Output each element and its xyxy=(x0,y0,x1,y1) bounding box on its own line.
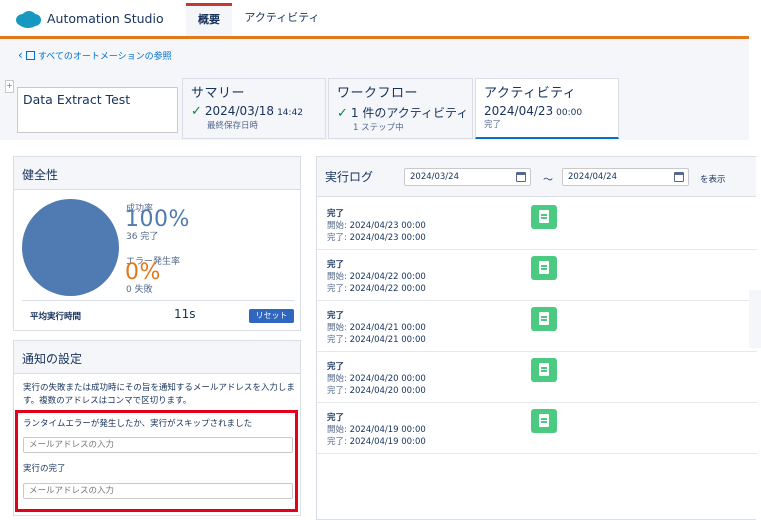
end-key: 完了: xyxy=(327,437,347,447)
success-pie-chart xyxy=(22,199,119,296)
log-row[interactable]: 完了 開始: 2024/04/20 00:00 完了: 2024/04/20 0… xyxy=(317,352,757,403)
complete-notify-label: 実行の完了 xyxy=(23,464,66,474)
health-panel: 健全性 成功率 100% 36 完了 エラー発生率 0% 0 失敗 平均実行時間… xyxy=(13,156,301,331)
reset-button[interactable]: リセット xyxy=(249,309,294,323)
calendar-icon[interactable] xyxy=(516,172,526,182)
check-icon: ✓ xyxy=(191,104,202,119)
tab-overview[interactable]: 概要 xyxy=(186,3,232,36)
start-key: 開始: xyxy=(327,323,347,333)
to-date-input[interactable]: 2024/04/24 xyxy=(562,168,689,186)
date-range-separator: ～ xyxy=(543,175,553,186)
log-end: 2024/04/22 00:00 xyxy=(349,284,426,294)
log-file-icon[interactable] xyxy=(531,256,557,280)
log-start: 2024/04/20 00:00 xyxy=(349,374,426,384)
log-status: 完了 xyxy=(327,413,345,423)
workflow-main: 1 件のアクティビティ xyxy=(350,106,469,120)
notification-title: 通知の設定 xyxy=(14,341,300,374)
run-log-panel: 実行ログ 2024/03/24 ～ 2024/04/24 を表示 完了 開始: … xyxy=(316,156,757,520)
complete-email-input[interactable] xyxy=(23,483,293,499)
end-key: 完了: xyxy=(327,233,347,243)
log-status: 完了 xyxy=(327,260,345,270)
start-key: 開始: xyxy=(327,221,347,231)
breadcrumb-label: すべてのオートメーションの参照 xyxy=(37,51,172,62)
log-start: 2024/04/23 00:00 xyxy=(349,221,426,231)
log-end: 2024/04/21 00:00 xyxy=(349,335,426,345)
log-status: 完了 xyxy=(327,362,345,372)
log-status: 完了 xyxy=(327,311,345,321)
notification-panel: 通知の設定 実行の失敗または成功時にその旨を通知するメールアドレスを入力します。… xyxy=(13,340,301,516)
log-start: 2024/04/19 00:00 xyxy=(349,425,426,435)
summary-card: サマリー ✓ 2024/03/18 14:42 最終保存日時 xyxy=(182,78,326,139)
log-row[interactable]: 完了 開始: 2024/04/21 00:00 完了: 2024/04/21 0… xyxy=(317,301,757,352)
success-count: 36 完了 xyxy=(126,232,159,242)
list-icon xyxy=(25,50,35,60)
avg-runtime-value: 11s xyxy=(174,307,196,321)
log-row[interactable]: 完了 開始: 2024/04/22 00:00 完了: 2024/04/22 0… xyxy=(317,250,757,301)
workflow-card: ワークフロー ✓ 1 件のアクティビティ 1 ステップ中 xyxy=(328,78,473,139)
check-icon: ✓ xyxy=(337,106,348,121)
log-row[interactable]: 完了 開始: 2024/04/19 00:00 完了: 2024/04/19 0… xyxy=(317,403,757,454)
automation-name-field[interactable]: Data Extract Test xyxy=(17,87,178,133)
chevron-left-icon: ‹ xyxy=(18,48,23,62)
end-key: 完了: xyxy=(327,386,347,396)
summary-time: 14:42 xyxy=(277,108,304,118)
error-count: 0 失敗 xyxy=(126,285,153,295)
from-date-input[interactable]: 2024/03/24 xyxy=(404,168,531,186)
avg-runtime-label: 平均実行時間 xyxy=(30,312,82,322)
add-icon[interactable]: + xyxy=(5,80,14,93)
log-status: 完了 xyxy=(327,209,345,219)
breadcrumb[interactable]: ‹ すべてのオートメーションの参照 xyxy=(18,48,172,62)
error-email-input[interactable] xyxy=(23,437,293,453)
app-title: Automation Studio xyxy=(47,11,164,26)
tab-activity[interactable]: アクティビティ xyxy=(244,3,320,36)
to-date-value: 2024/04/24 xyxy=(568,172,617,182)
log-start: 2024/04/22 00:00 xyxy=(349,272,426,282)
log-end: 2024/04/19 00:00 xyxy=(349,437,426,447)
workflow-sub: 1 ステップ中 xyxy=(353,123,404,133)
activity-card[interactable]: アクティビティ 2024/04/23 00:00 完了 xyxy=(475,78,619,139)
summary-date: 2024/03/18 xyxy=(204,104,275,118)
notification-description: 実行の失敗または成功時にその旨を通知するメールアドレスを入力します。複数のアドレ… xyxy=(23,383,295,406)
show-label: を表示 xyxy=(700,175,726,185)
calendar-icon[interactable] xyxy=(674,172,684,182)
avg-runtime-row: 平均実行時間 11s リセット xyxy=(22,300,294,326)
error-notify-label: ランタイムエラーが発生したか、実行がスキップされました xyxy=(23,419,253,429)
start-key: 開始: xyxy=(327,425,347,435)
scroll-edge xyxy=(749,290,761,348)
log-file-icon[interactable] xyxy=(531,358,557,382)
log-row[interactable]: 完了 開始: 2024/04/23 00:00 完了: 2024/04/23 0… xyxy=(317,199,757,250)
log-start: 2024/04/21 00:00 xyxy=(349,323,426,333)
salesforce-cloud-logo xyxy=(16,11,41,28)
activity-sub: 完了 xyxy=(484,120,502,130)
activity-date: 2024/04/23 xyxy=(484,104,554,118)
start-key: 開始: xyxy=(327,272,347,282)
end-key: 完了: xyxy=(327,284,347,294)
log-file-icon[interactable] xyxy=(531,307,557,331)
summary-card-title: サマリー xyxy=(191,86,246,101)
log-file-icon[interactable] xyxy=(531,205,557,229)
run-log-title: 実行ログ xyxy=(317,157,756,197)
activity-card-title: アクティビティ xyxy=(484,86,577,101)
log-end: 2024/04/20 00:00 xyxy=(349,386,426,396)
health-title: 健全性 xyxy=(14,157,300,190)
top-bar: Automation Studio 概要 アクティビティ xyxy=(0,0,749,38)
end-key: 完了: xyxy=(327,335,347,345)
log-file-icon[interactable] xyxy=(531,409,557,433)
log-end: 2024/04/23 00:00 xyxy=(349,233,426,243)
from-date-value: 2024/03/24 xyxy=(410,172,459,182)
activity-time: 00:00 xyxy=(556,108,583,118)
summary-sub: 最終保存日時 xyxy=(207,121,259,131)
workflow-card-title: ワークフロー xyxy=(337,86,419,101)
start-key: 開始: xyxy=(327,374,347,384)
